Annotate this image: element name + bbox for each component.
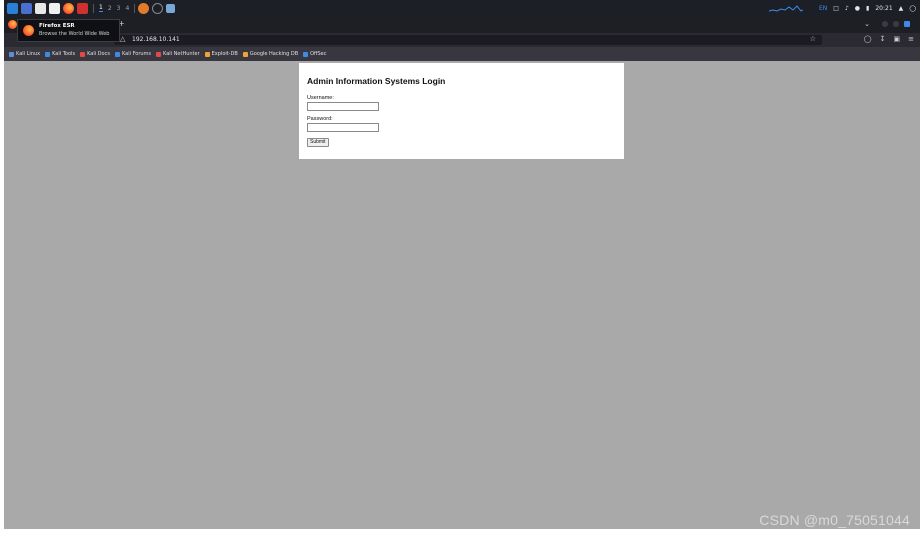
browser-tab-bar: + ⌄ bbox=[4, 16, 920, 33]
firefox-tooltip: Firefox ESR Browse the World Wide Web bbox=[17, 19, 120, 42]
file-manager-icon[interactable] bbox=[35, 2, 46, 14]
offsec-icon bbox=[303, 51, 309, 57]
submit-button[interactable]: Submit bbox=[307, 138, 329, 147]
navigation-bar: △ 192.168.10.141 ☆ ◯ ↧ ▣ ≡ bbox=[4, 33, 920, 47]
close-window-button[interactable] bbox=[904, 21, 910, 27]
bookmark-kali-tools[interactable]: Kali Tools bbox=[45, 51, 75, 57]
bookmark-kali-forums[interactable]: Kali Forums bbox=[114, 51, 152, 57]
kali-menu-icon[interactable] bbox=[7, 2, 18, 14]
maximize-window-button[interactable] bbox=[893, 21, 899, 27]
bookmark-exploit-db[interactable]: Exploit-DB bbox=[204, 51, 238, 57]
burp-app-icon[interactable] bbox=[138, 2, 150, 14]
csdn-watermark: CSDN @m0_75051044 bbox=[759, 512, 910, 528]
bookmark-label: Exploit-DB bbox=[211, 51, 238, 57]
system-taskbar: 1 2 3 4 EN □ ♪ ● ▮ 20:21 ▲ ◯ bbox=[4, 0, 920, 16]
kali-docs-icon bbox=[80, 51, 86, 57]
username-label: Username: bbox=[307, 95, 334, 101]
minimize-window-button[interactable] bbox=[882, 21, 888, 27]
notification-bell-icon[interactable]: ● bbox=[855, 5, 860, 12]
firefox-icon bbox=[23, 25, 34, 36]
password-input[interactable] bbox=[307, 123, 379, 132]
power-icon[interactable]: ◯ bbox=[909, 5, 916, 12]
kali-nethunter-icon bbox=[156, 51, 162, 57]
bookmarks-toolbar: Kali Linux Kali Tools Kali Docs Kali For… bbox=[4, 47, 920, 61]
show-desktop-icon[interactable] bbox=[21, 2, 32, 14]
list-all-tabs-chevron-icon[interactable]: ⌄ bbox=[864, 20, 870, 28]
bookmark-label: OffSec bbox=[310, 51, 327, 57]
workspace-4[interactable]: 4 bbox=[125, 5, 129, 12]
display-icon[interactable]: □ bbox=[833, 5, 839, 12]
lock-screen-icon[interactable]: ▲ bbox=[899, 5, 904, 12]
username-input[interactable] bbox=[307, 102, 379, 111]
app-icon[interactable] bbox=[166, 3, 176, 13]
bookmark-kali-linux[interactable]: Kali Linux bbox=[9, 51, 40, 57]
tooltip-title: Firefox ESR bbox=[39, 23, 75, 29]
bookmark-star-icon[interactable]: ☆ bbox=[810, 35, 816, 43]
page-title: Admin Information Systems Login bbox=[307, 76, 446, 86]
desktop-screen: 1 2 3 4 EN □ ♪ ● ▮ 20:21 ▲ ◯ + ⌄ Firefox… bbox=[4, 0, 920, 529]
pocket-icon[interactable]: ◯ bbox=[864, 35, 872, 43]
window-controls bbox=[877, 21, 910, 27]
url-text[interactable]: 192.168.10.141 bbox=[132, 36, 180, 43]
clock[interactable]: 20:21 bbox=[875, 5, 892, 12]
bookmark-label: Kali Linux bbox=[16, 51, 41, 57]
bookmark-kali-docs[interactable]: Kali Docs bbox=[80, 51, 110, 57]
downloads-icon[interactable]: ↧ bbox=[880, 35, 886, 43]
bookmark-label: Kali NetHunter bbox=[163, 51, 200, 57]
exploit-db-icon bbox=[204, 51, 210, 57]
taskbar-separator bbox=[134, 3, 136, 13]
google-hacking-db-icon bbox=[242, 51, 248, 57]
extensions-icon[interactable]: ▣ bbox=[894, 35, 901, 43]
login-form: Admin Information Systems Login Username… bbox=[299, 63, 624, 159]
text-editor-icon[interactable] bbox=[49, 2, 60, 14]
battery-icon[interactable]: ▮ bbox=[866, 5, 869, 12]
kali-linux-icon bbox=[9, 51, 14, 57]
kali-forums-icon bbox=[114, 51, 120, 57]
kali-tools-icon bbox=[45, 51, 51, 57]
terminal-launcher-icon[interactable] bbox=[77, 2, 88, 14]
bookmark-label: Kali Docs bbox=[87, 51, 110, 57]
network-graph-icon bbox=[769, 5, 803, 12]
workspace-3[interactable]: 3 bbox=[117, 5, 121, 12]
volume-icon[interactable]: ♪ bbox=[845, 5, 849, 12]
app-menu-icon[interactable]: ≡ bbox=[908, 35, 914, 43]
firefox-launcher-icon[interactable] bbox=[63, 2, 74, 14]
taskbar-separator bbox=[93, 3, 94, 13]
bookmark-google-hacking-db[interactable]: Google Hacking DB bbox=[242, 51, 299, 57]
bookmark-label: Kali Forums bbox=[121, 51, 152, 57]
workspace-2[interactable]: 2 bbox=[108, 5, 112, 12]
app-icon[interactable] bbox=[152, 2, 164, 14]
bookmark-kali-nethunter[interactable]: Kali NetHunter bbox=[156, 51, 200, 57]
keyboard-layout-indicator[interactable]: EN bbox=[819, 5, 827, 12]
bookmark-label: Google Hacking DB bbox=[249, 51, 299, 57]
workspace-1[interactable]: 1 bbox=[99, 4, 103, 12]
bookmark-offsec[interactable]: OffSec bbox=[303, 51, 327, 57]
password-label: Password: bbox=[307, 116, 333, 122]
address-bar[interactable]: △ 192.168.10.141 ☆ bbox=[114, 35, 822, 45]
tooltip-subtitle: Browse the World Wide Web bbox=[39, 31, 110, 37]
page-info-lock-icon[interactable]: △ bbox=[120, 35, 125, 43]
bookmark-label: Kali Tools bbox=[52, 51, 76, 57]
firefox-icon[interactable] bbox=[8, 20, 17, 29]
web-page-content: Admin Information Systems Login Username… bbox=[4, 61, 920, 529]
